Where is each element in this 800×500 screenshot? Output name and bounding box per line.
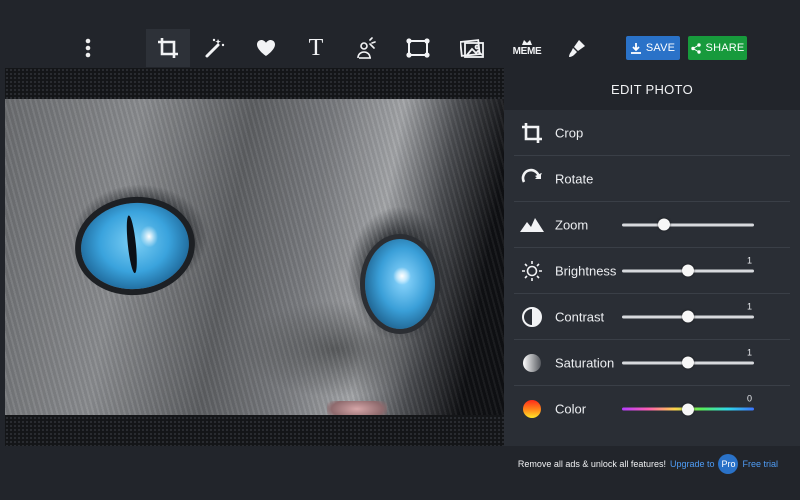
upgrade-promo: Remove all ads & unlock all features! Up…: [518, 452, 778, 476]
upgrade-link[interactable]: Upgrade to: [670, 459, 715, 469]
heart-icon[interactable]: [244, 29, 288, 67]
free-trial-link[interactable]: Free trial: [742, 459, 778, 469]
zoom-slider-handle[interactable]: [658, 218, 671, 231]
brightness-slider-handle[interactable]: [682, 264, 694, 277]
crop-label: Crop: [555, 125, 584, 140]
contrast-slider-handle[interactable]: [682, 310, 694, 323]
frame-icon[interactable]: [396, 29, 440, 67]
promo-text: Remove all ads & unlock all features!: [517, 459, 666, 469]
photo-canvas[interactable]: [5, 68, 504, 446]
image-overlay-icon[interactable]: [450, 29, 494, 67]
editor-toolbar: T MEME SAVE SHARE: [0, 0, 800, 68]
color-value: 0: [746, 393, 752, 404]
cat-left-eye-shine: [138, 224, 160, 249]
zoom-option: Zoom: [514, 202, 790, 248]
saturation-slider-handle[interactable]: [682, 356, 694, 369]
saturation-label: Saturation: [555, 355, 615, 370]
rotate-label: Rotate: [555, 171, 594, 186]
brightness-slider[interactable]: 1: [622, 255, 754, 277]
save-button[interactable]: SAVE: [626, 36, 680, 60]
sticker-icon[interactable]: [344, 29, 388, 67]
edited-photo: [5, 99, 504, 415]
saturation-value: 1: [746, 347, 752, 357]
color-icon: [520, 397, 544, 421]
cat-right-eye-shine: [393, 267, 411, 285]
contrast-slider[interactable]: 1: [622, 301, 754, 323]
photo-texture: [5, 99, 504, 415]
color-slider[interactable]: 0: [622, 394, 754, 415]
save-label: SAVE: [645, 42, 676, 54]
panel-title: EDIT PHOTO: [504, 68, 800, 110]
saturation-icon: [520, 351, 544, 375]
share-icon: [690, 42, 701, 54]
edit-photo-panel: EDIT PHOTO Crop Rotate Zoom Brightness 1: [504, 68, 800, 446]
magic-wand-icon[interactable]: [193, 29, 237, 67]
contrast-icon: [520, 305, 544, 329]
brightness-option: Brightness 1: [514, 248, 790, 294]
brightness-icon: [520, 259, 544, 283]
brightness-label: Brightness: [555, 263, 617, 278]
zoom-label: Zoom: [555, 217, 589, 232]
brightness-value: 1: [746, 255, 752, 265]
share-label: SHARE: [705, 42, 745, 54]
contrast-value: 1: [746, 301, 752, 311]
cat-nose: [327, 401, 387, 415]
zoom-icon: [520, 213, 544, 237]
crop-option[interactable]: Crop: [514, 110, 790, 156]
cat-left-pupil: [124, 215, 139, 274]
download-icon: [630, 42, 641, 54]
brush-icon[interactable]: [555, 29, 599, 67]
cat-right-eye: [365, 239, 435, 329]
text-tool-icon[interactable]: T: [294, 29, 338, 67]
menu-icon[interactable]: [66, 29, 110, 67]
zoom-slider[interactable]: [622, 218, 754, 231]
color-label: Color: [555, 401, 587, 417]
saturation-slider[interactable]: 1: [622, 347, 754, 369]
footer-bar: Remove all ads & unlock all features! Up…: [0, 446, 800, 500]
rotate-option[interactable]: Rotate: [514, 156, 790, 202]
contrast-option: Contrast 1: [514, 294, 790, 340]
meme-icon[interactable]: MEME: [505, 29, 549, 67]
color-slider-handle[interactable]: [682, 403, 694, 415]
contrast-label: Contrast: [555, 309, 605, 324]
crop-icon: [520, 121, 544, 145]
saturation-option: Saturation 1: [514, 340, 790, 386]
pro-badge[interactable]: Pro: [718, 454, 739, 474]
rotate-icon: [520, 167, 544, 191]
share-button[interactable]: SHARE: [688, 36, 747, 60]
crop-tool-icon[interactable]: [146, 29, 190, 67]
color-option: Color 0: [514, 386, 790, 432]
